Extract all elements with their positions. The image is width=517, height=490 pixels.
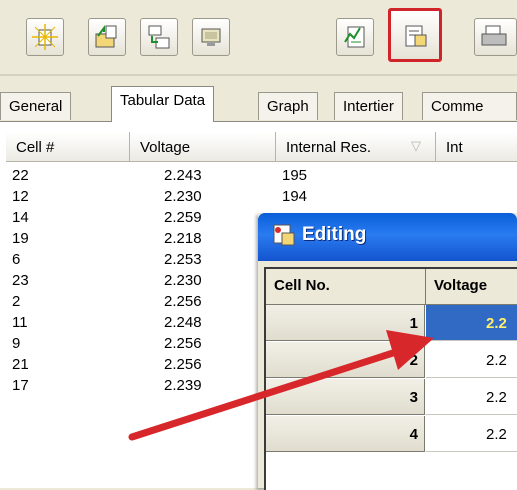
open-button[interactable] [88, 18, 126, 56]
cell-number: 6 [12, 251, 21, 268]
cell-internal-res: 195 [282, 167, 308, 184]
cell-number: 23 [12, 272, 29, 289]
toolbar-separator [0, 74, 517, 76]
dialog-title-bar[interactable]: Editing [258, 213, 517, 261]
dialog-cell-no: 4 [266, 416, 425, 452]
column-header-internal-res-label: Internal Res. [286, 139, 372, 156]
tab-comments[interactable]: Comme [422, 92, 517, 120]
dialog-row[interactable]: 3 2.2 [266, 379, 517, 415]
dialog-voltage-cell[interactable]: 2.2 [426, 379, 517, 415]
table-row[interactable]: 12 2.230 194 [0, 186, 517, 207]
toolbar [0, 0, 517, 80]
dialog-column-cell-no[interactable]: Cell No. [266, 269, 426, 305]
cell-number: 14 [12, 209, 29, 226]
edit-data-icon [273, 224, 295, 246]
dialog-row[interactable]: 2 2.2 [266, 342, 517, 378]
edit-data-icon [405, 25, 427, 47]
edit-data-button[interactable] [388, 8, 442, 62]
cell-number: 19 [12, 230, 29, 247]
cell-voltage: 2.256 [164, 293, 202, 310]
print-button[interactable] [474, 18, 517, 56]
chart-report-button[interactable] [336, 18, 374, 56]
open-folder-icon [95, 25, 117, 48]
tab-tabular-data[interactable]: Tabular Data [111, 86, 215, 122]
dialog-row[interactable]: 4 2.2 [266, 416, 517, 452]
import-icon [148, 25, 170, 49]
cell-voltage: 2.243 [164, 167, 202, 184]
dialog-cell-no: 2 [266, 342, 425, 378]
cell-voltage: 2.256 [164, 356, 202, 373]
cell-voltage: 2.230 [164, 188, 202, 205]
tab-strip: General Tabular Data Graph Intertier Com… [0, 82, 517, 122]
cell-voltage: 2.259 [164, 209, 202, 226]
column-header-int[interactable]: Int [436, 132, 517, 162]
chart-report-icon [344, 26, 365, 48]
cell-number: 12 [12, 188, 29, 205]
column-header-internal-res[interactable]: Internal Res. ▽ [276, 132, 436, 162]
cell-number: 11 [12, 314, 28, 331]
new-button[interactable] [26, 18, 64, 56]
import-button[interactable] [140, 18, 178, 56]
cell-voltage: 2.256 [164, 335, 202, 352]
monitor-icon [201, 28, 221, 46]
cell-number: 2 [12, 293, 21, 310]
cell-number: 9 [12, 335, 21, 352]
tab-general[interactable]: General [0, 92, 72, 120]
tab-graph[interactable]: Graph [258, 92, 318, 120]
table-row[interactable]: 22 2.243 195 [0, 165, 517, 186]
print-icon [481, 25, 507, 46]
cell-voltage: 2.218 [164, 230, 202, 247]
sort-arrow-icon: ▽ [411, 138, 421, 153]
cell-voltage: 2.248 [164, 314, 202, 331]
editing-dialog: Editing Cell No. Voltage 1 2.2 2 2.2 3 2.2 4 2.… [258, 213, 517, 490]
dialog-voltage-cell[interactable]: 2.2 [426, 342, 517, 378]
column-header-voltage[interactable]: Voltage [130, 132, 276, 162]
cell-voltage: 2.253 [164, 251, 202, 268]
tab-intertier[interactable]: Intertier [334, 92, 403, 120]
dialog-row[interactable]: 1 2.2 [266, 305, 517, 341]
dialog-cell-no: 3 [266, 379, 425, 415]
monitor-button[interactable] [192, 18, 230, 56]
cell-voltage: 2.230 [164, 272, 202, 289]
cell-number: 17 [12, 377, 29, 394]
dialog-voltage-cell[interactable]: 2.2 [426, 416, 517, 452]
dialog-column-voltage[interactable]: Voltage [426, 269, 517, 305]
dialog-title: Editing [302, 224, 367, 245]
cell-internal-res: 194 [282, 188, 308, 205]
cell-number: 21 [12, 356, 29, 373]
dialog-voltage-cell[interactable]: 2.2 [426, 305, 517, 341]
column-header-cell[interactable]: Cell # [6, 132, 130, 162]
cell-voltage: 2.239 [164, 377, 202, 394]
cell-number: 22 [12, 167, 29, 184]
new-sparkle-icon [32, 24, 58, 50]
dialog-grid: Cell No. Voltage 1 2.2 2 2.2 3 2.2 4 2.2 [264, 267, 517, 490]
dialog-cell-no: 1 [266, 305, 425, 341]
